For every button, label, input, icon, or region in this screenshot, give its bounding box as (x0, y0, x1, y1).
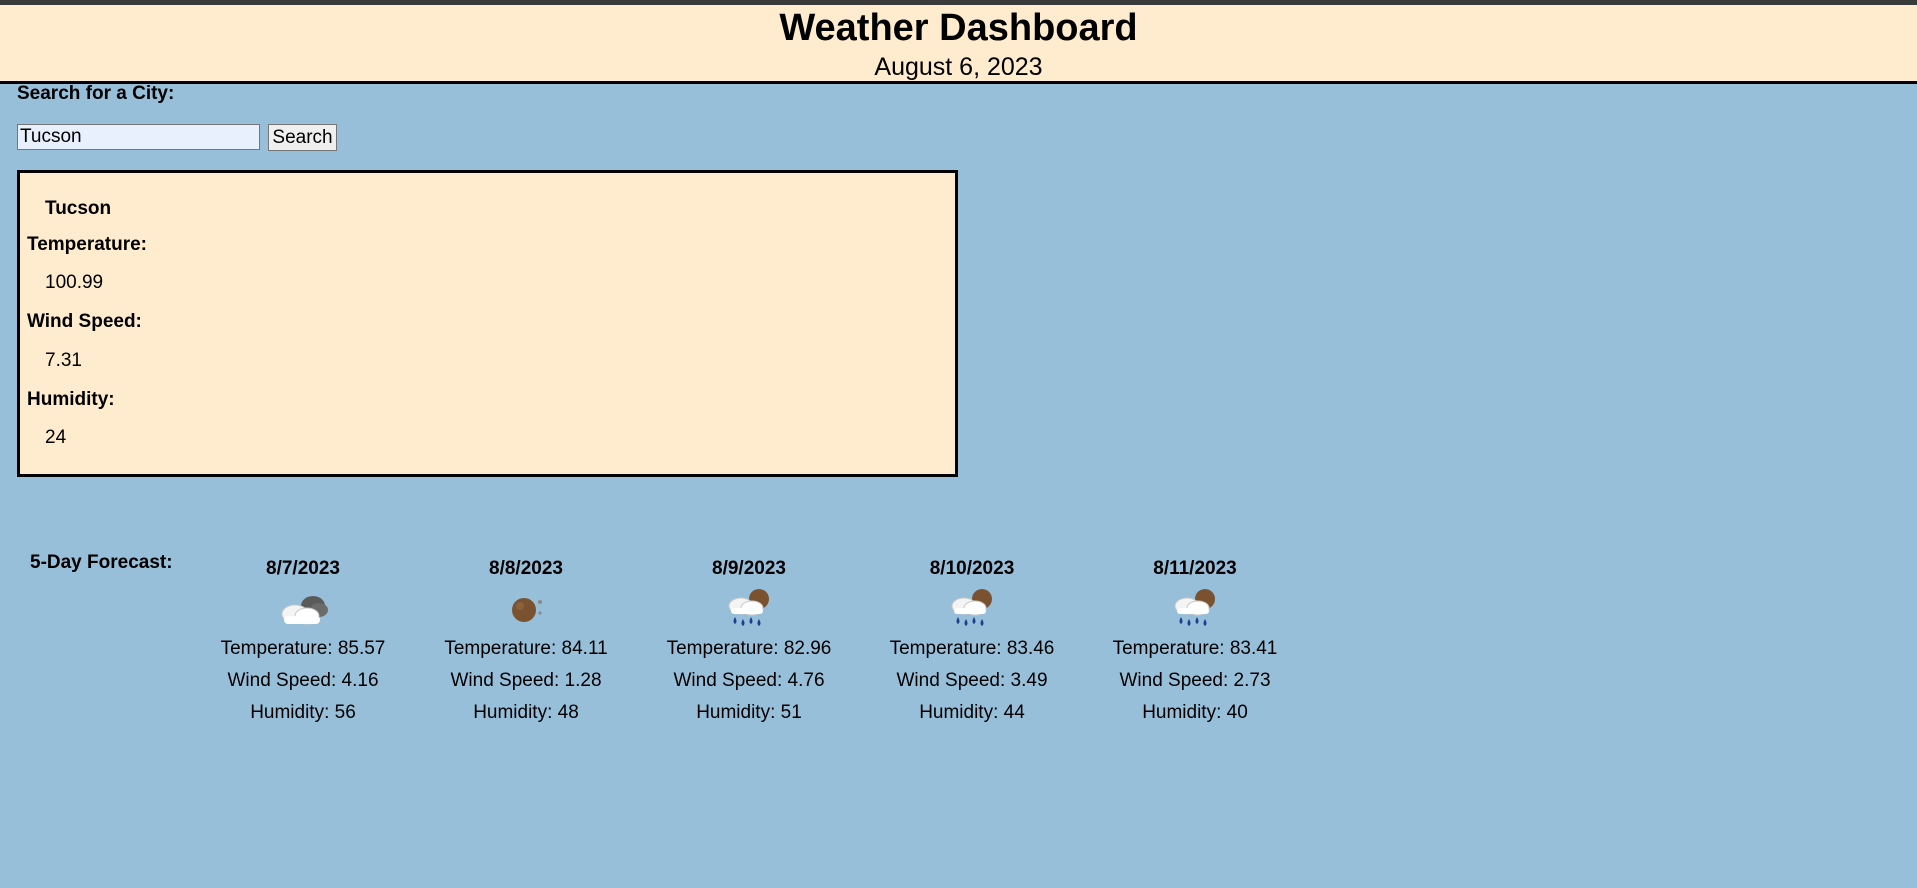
forecast-date: 8/11/2023 (1153, 558, 1237, 579)
forecast-humidity: Humidity: 40 (1142, 702, 1248, 723)
temperature-label: Temperature: (27, 234, 148, 255)
forecast-date: 8/9/2023 (712, 558, 786, 579)
forecast-date: 8/7/2023 (266, 558, 340, 579)
forecast-label: 5-Day Forecast: (30, 552, 173, 573)
forecast-date: 8/10/2023 (929, 558, 1015, 579)
forecast-day-card: 8/8/2023 Temperature: 84.11 Wind Speed: … (426, 557, 626, 729)
forecast-day-card: 8/7/2023 Temperature: 85.57 Wind Speed: … (203, 557, 403, 729)
city-search-input[interactable] (17, 124, 260, 150)
forecast-humidity: Humidity: 44 (919, 702, 1025, 723)
rain-icon (1095, 583, 1295, 633)
forecast-humidity: Humidity: 51 (696, 702, 802, 723)
forecast-temperature: Temperature: 85.57 (220, 638, 386, 659)
forecast-temperature: Temperature: 82.96 (666, 638, 832, 659)
rain-icon (649, 583, 849, 633)
forecast-day-card: 8/11/2023 Temperature: 83.41 Wind Speed:… (1095, 557, 1295, 729)
search-button[interactable]: Search (268, 124, 337, 151)
forecast-humidity: Humidity: 56 (250, 702, 356, 723)
wind-speed-label: Wind Speed: (27, 311, 142, 332)
page-header: Weather Dashboard August 6, 2023 (0, 5, 1917, 84)
temperature-value: 100.99 (45, 272, 104, 293)
forecast-date: 8/8/2023 (489, 558, 563, 579)
humidity-value: 24 (45, 427, 67, 448)
forecast-temperature: Temperature: 83.41 (1112, 638, 1278, 659)
search-label: Search for a City: (17, 83, 175, 104)
current-city-name: Tucson (45, 198, 112, 219)
current-date: August 6, 2023 (874, 53, 1043, 81)
forecast-wind-speed: Wind Speed: 4.76 (673, 670, 825, 691)
page-title: Weather Dashboard (779, 7, 1138, 49)
clear-night-icon (426, 583, 626, 633)
humidity-label: Humidity: (27, 389, 115, 410)
forecast-humidity: Humidity: 48 (473, 702, 579, 723)
rain-icon (872, 583, 1072, 633)
forecast-wind-speed: Wind Speed: 4.16 (227, 670, 379, 691)
forecast-temperature: Temperature: 83.46 (889, 638, 1055, 659)
forecast-temperature: Temperature: 84.11 (444, 638, 608, 659)
forecast-day-card: 8/10/2023 Temperature: 83.46 Wind Speed:… (872, 557, 1072, 729)
forecast-wind-speed: Wind Speed: 1.28 (450, 670, 602, 691)
forecast-wind-speed: Wind Speed: 2.73 (1119, 670, 1271, 691)
wind-speed-value: 7.31 (45, 350, 82, 371)
forecast-wind-speed: Wind Speed: 3.49 (896, 670, 1048, 691)
current-weather-card: Tucson Temperature: 100.99 Wind Speed: 7… (17, 170, 958, 477)
partly-cloudy-icon (203, 583, 403, 633)
forecast-day-card: 8/9/2023 Temperature: 82.96 Wind Speed: … (649, 557, 849, 729)
